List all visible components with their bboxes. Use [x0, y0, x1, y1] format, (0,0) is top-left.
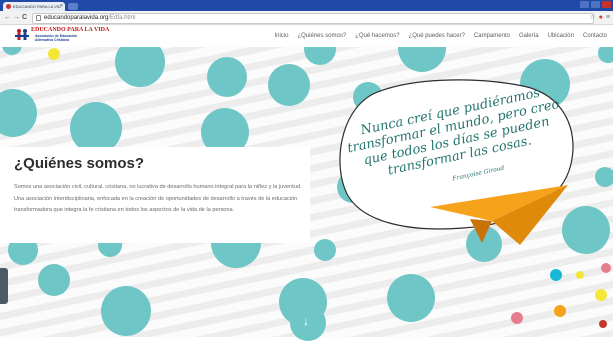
maximize-button[interactable]: [591, 1, 600, 8]
nav-item-que-hacemos[interactable]: ¿Qué hacemos?: [355, 33, 399, 39]
logo-mark-icon: [15, 29, 29, 40]
main-nav: Inicio ¿Quiénes somos? ¿Qué hacemos? ¿Qu…: [274, 33, 607, 39]
logo-subtitle: Asociación de Educación Alternativa Cris…: [35, 34, 77, 42]
menu-icon[interactable]: ≡: [606, 13, 610, 22]
address-bar[interactable]: educandoparalavida.org/Edfa.html: [32, 13, 594, 24]
url-domain: educandoparalavida.org: [44, 15, 109, 21]
nav-item-quienes-somos[interactable]: ¿Quiénes somos?: [297, 33, 346, 39]
forward-icon[interactable]: →: [13, 13, 20, 22]
paper-plane-icon: [430, 185, 568, 245]
nav-item-contacto[interactable]: Contacto: [583, 33, 607, 39]
scroll-down-icon[interactable]: ↓: [303, 314, 309, 328]
tab-title: EDUCANDO PARA LA VID: [13, 4, 61, 9]
browser-tab[interactable]: EDUCANDO PARA LA VID ×: [3, 2, 65, 11]
reload-icon[interactable]: C: [22, 13, 27, 22]
nav-item-campamento[interactable]: Campamento: [474, 33, 510, 39]
about-body: Somos una asociación civil, cultural, cr…: [14, 184, 302, 213]
nav-item-que-puedes-hacer[interactable]: ¿Qué puedes hacer?: [409, 33, 465, 39]
logo-subtitle-line2: Alternativa Cristiana: [35, 38, 70, 42]
toolbar-icons: ☆ ● ≡: [589, 13, 610, 22]
side-edge-tab[interactable]: [0, 268, 8, 304]
close-window-button[interactable]: [602, 1, 611, 8]
site-header: EDUCANDO PARA LA VIDA Asociación de Educ…: [0, 25, 613, 47]
browser-toolbar: ← → C educandoparalavida.org/Edfa.html ☆…: [0, 11, 613, 25]
about-heading: ¿Quiénes somos?: [14, 155, 145, 172]
url-text: educandoparalavida.org/Edfa.html: [44, 14, 135, 23]
tab-close-icon[interactable]: ×: [60, 2, 63, 11]
bookmark-star-icon[interactable]: ☆: [589, 13, 595, 22]
favicon-icon: [6, 4, 11, 9]
url-path: /Edfa.html: [108, 15, 136, 21]
new-tab-button[interactable]: [68, 3, 78, 10]
nav-item-ubicacion[interactable]: Ubicación: [548, 33, 574, 39]
about-panel: ¿Quiénes somos? Somos una asociación civ…: [0, 147, 310, 243]
minimize-button[interactable]: [580, 1, 589, 8]
browser-tab-bar: EDUCANDO PARA LA VID ×: [0, 0, 613, 11]
nav-item-galeria[interactable]: Galería: [519, 33, 539, 39]
page-info-icon[interactable]: [36, 15, 41, 21]
site-logo[interactable]: EDUCANDO PARA LA VIDA Asociación de Educ…: [15, 27, 109, 45]
extension-icon[interactable]: ●: [599, 13, 603, 22]
back-icon[interactable]: ←: [4, 13, 11, 22]
window-controls: [580, 1, 611, 9]
nav-item-inicio[interactable]: Inicio: [274, 33, 288, 39]
logo-title: EDUCANDO PARA LA VIDA: [31, 27, 110, 33]
